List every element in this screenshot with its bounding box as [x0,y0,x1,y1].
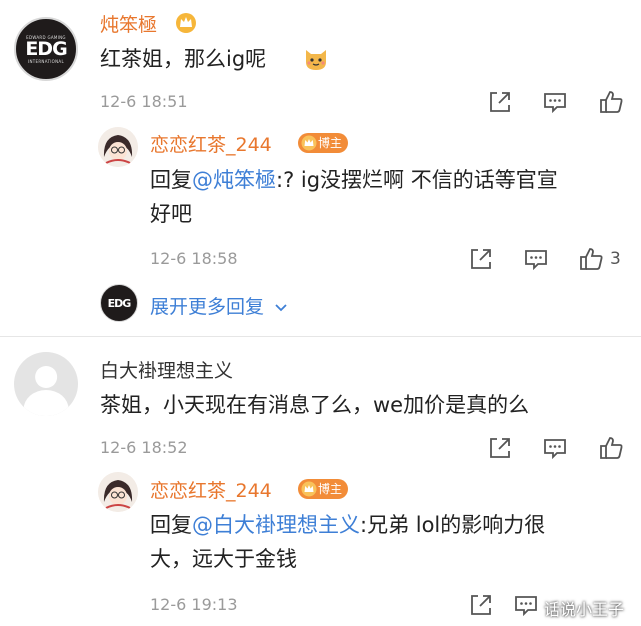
avatar-default[interactable] [14,352,78,416]
comment-icon[interactable] [542,435,568,461]
avatar-blogger[interactable] [98,127,138,167]
blogger-badge: 博主 [298,133,349,153]
blogger-badge-label: 博主 [318,136,343,150]
reply-prefix: 回复 [150,513,192,537]
reply-body: :兄弟 lol的影响力很 [360,513,546,537]
blogger-badge-label: 博主 [318,482,343,496]
avatar-edg[interactable]: EDWARD GAMING EDG INTERNATIONAL [14,17,78,81]
comment-text: 红茶姐，那么ig呢 [100,42,266,76]
avatar-blogger[interactable] [98,472,138,512]
expand-label: 展开更多回复 [150,296,265,318]
reply-mention[interactable]: @白大褂理想主义 [192,513,360,537]
reply-prefix: 回复 [150,168,192,192]
avatar-edg-small[interactable]: EDG [100,284,138,322]
share-icon[interactable] [468,592,494,618]
reply-time: 12-6 18:58 [150,249,238,268]
comment-text-body: 红茶姐，那么ig呢 [100,47,267,71]
reply-body: :? ig没摆烂啊 不信的话等官宣 [276,168,558,192]
avatar-head [35,366,57,388]
reply-text-line2: 好吧 [150,202,192,226]
blogger-badge: 博主 [298,479,349,499]
avatar-bottom-text: INTERNATIONAL [28,58,64,64]
reply-author[interactable]: 恋恋红茶_244 [150,130,272,157]
reply-text-line2: 大，远大于金钱 [150,547,297,571]
reply-time: 12-6 19:13 [150,595,238,614]
cat-emoji-icon [306,50,326,70]
comment-icon[interactable] [523,246,549,272]
share-icon[interactable] [487,89,513,115]
reply-text-line1: 回复@炖笨極:? ig没摆烂啊 不信的话等官宣 [150,163,558,197]
crown-icon [301,481,317,497]
crown-icon [301,135,317,151]
girl-avatar-icon [98,472,138,512]
reply-text-line1: 回复@白大褂理想主义:兄弟 lol的影响力很 [150,508,545,542]
comment-time: 12-6 18:52 [100,438,188,457]
vip-crown-icon [176,13,196,33]
watermark: 话说小王子 [544,600,625,619]
avatar-logo: EDG [25,37,67,60]
reply-author[interactable]: 恋恋红茶_244 [150,476,272,503]
comment-icon[interactable] [542,89,568,115]
avatar-logo-small: EDG [107,296,132,310]
like-count: 3 [610,249,621,269]
girl-avatar-icon [98,127,138,167]
share-icon[interactable] [487,435,513,461]
avatar-body [23,390,69,416]
share-icon[interactable] [468,246,494,272]
comment-text: 茶姐，小天现在有消息了么，we加价是真的么 [100,393,530,417]
comment-time: 12-6 18:51 [100,92,188,111]
divider [0,336,641,337]
comment-author[interactable]: 炖笨極 [100,10,157,37]
expand-more-replies[interactable]: 展开更多回复 [150,292,288,319]
comment-author[interactable]: 白大褂理想主义 [100,356,233,383]
chevron-down-icon [275,303,287,311]
comment-icon[interactable] [513,592,539,618]
reply-mention[interactable]: @炖笨極 [192,168,276,192]
like-icon[interactable] [598,89,624,115]
like-icon[interactable] [578,246,604,272]
like-icon[interactable] [598,435,624,461]
